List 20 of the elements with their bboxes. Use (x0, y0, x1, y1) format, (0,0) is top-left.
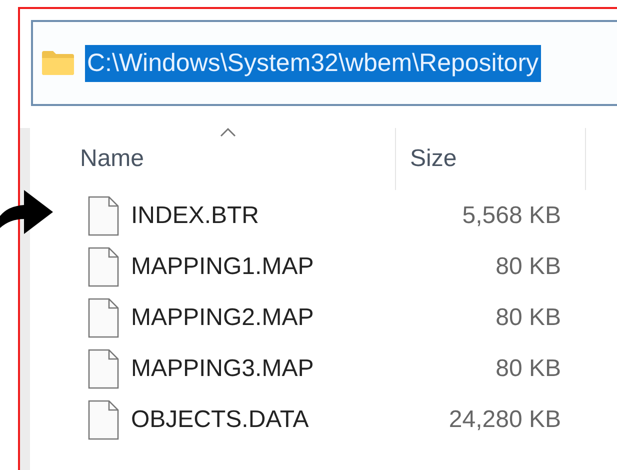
file-size: 80 KB (494, 354, 561, 382)
file-size: 5,568 KB (461, 202, 561, 230)
document-icon (88, 400, 119, 440)
file-name[interactable]: MAPPING2.MAP (131, 304, 421, 332)
document-icon (88, 196, 119, 236)
file-name[interactable]: MAPPING3.MAP (131, 354, 421, 382)
document-icon (88, 298, 119, 338)
file-size: 80 KB (494, 252, 561, 280)
document-icon (88, 348, 119, 388)
folder-icon (41, 50, 75, 76)
file-size: 80 KB (494, 304, 561, 332)
column-header[interactable]: Name (30, 128, 396, 190)
file-name[interactable]: OBJECTS.DATA (131, 406, 421, 434)
file-size: 24,280 KB (448, 406, 561, 434)
column-header[interactable]: Size (396, 128, 586, 190)
address-bar[interactable]: C:\Windows\System32\wbem\Repository (31, 20, 617, 106)
address-path: C:\Windows\System32\wbem\Repository (85, 44, 541, 82)
file-name[interactable]: INDEX.BTR (131, 202, 421, 230)
document-icon (88, 246, 119, 286)
file-name[interactable]: MAPPING1.MAP (131, 252, 421, 280)
